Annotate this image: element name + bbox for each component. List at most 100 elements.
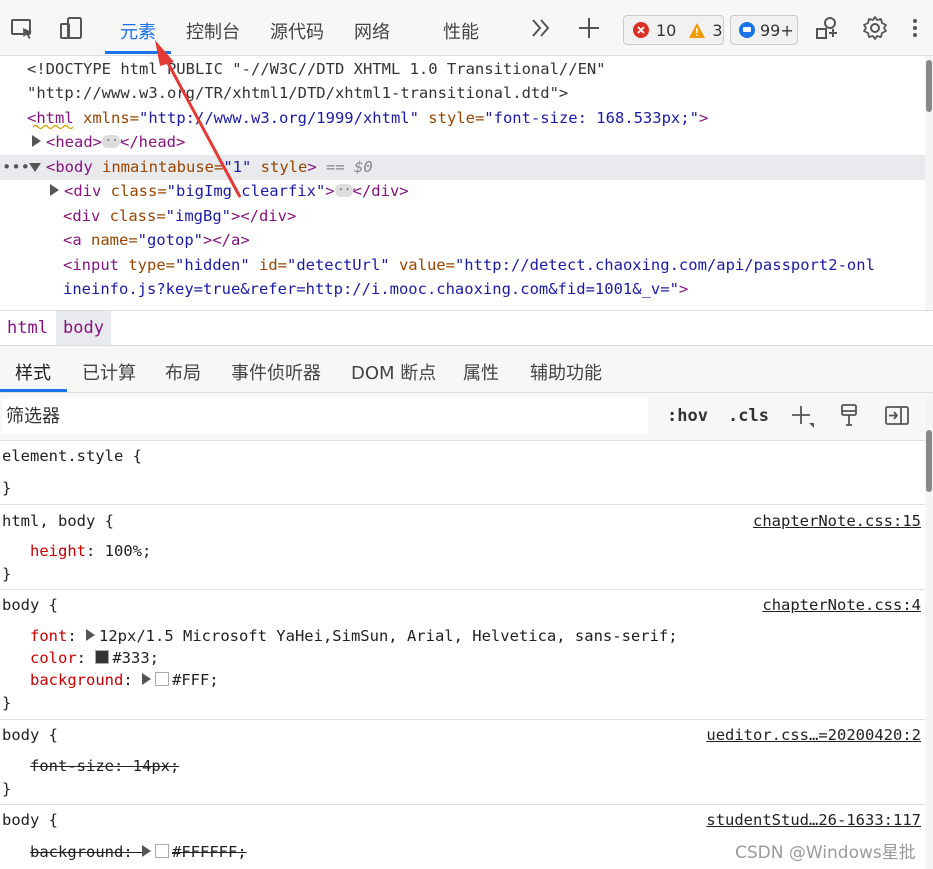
- rule-selector[interactable]: body {: [2, 809, 58, 831]
- attr-value: "detectUrl": [286, 256, 390, 274]
- breadcrumb-body[interactable]: body: [56, 311, 111, 345]
- dom-node-input-detecturl[interactable]: <input type="hidden" id="detectUrl" valu…: [63, 253, 875, 278]
- dom-scrollbar[interactable]: [925, 56, 933, 310]
- rule-source-link[interactable]: chapterNote.css:4: [762, 594, 921, 616]
- rule-close-brace: }: [2, 780, 12, 798]
- dom-tree: <!DOCTYPE html PUBLIC "-//W3C//DTD XHTML…: [0, 56, 933, 310]
- tab-performance[interactable]: 性能: [443, 18, 479, 56]
- color-swatch[interactable]: [155, 843, 169, 858]
- style-declaration-font[interactable]: font: 12px/1.5 Microsoft YaHei,SimSun, A…: [30, 625, 678, 647]
- expand-triangle-icon[interactable]: [50, 184, 59, 196]
- style-declaration-height[interactable]: height: 100%;: [30, 540, 151, 562]
- attr-name: xmlns=: [73, 109, 139, 127]
- messages-counter[interactable]: 99+: [730, 15, 798, 45]
- tag-close: >: [307, 158, 317, 176]
- style-declaration-font-size-overridden[interactable]: font-size: 14px;: [30, 755, 179, 777]
- rule-source-link[interactable]: ueditor.css…=20200420:2: [706, 724, 921, 746]
- active-subtab-indicator: [0, 389, 67, 392]
- property-name: height: [30, 542, 86, 560]
- tab-computed[interactable]: 已计算: [82, 359, 136, 385]
- color-swatch[interactable]: [95, 649, 110, 664]
- div-tag: <div: [63, 207, 101, 225]
- attr-name: style=: [418, 109, 485, 127]
- tab-event-listeners[interactable]: 事件侦听器: [231, 359, 321, 385]
- collapse-triangle-icon[interactable]: [29, 163, 41, 172]
- customize-icon[interactable]: [813, 14, 841, 42]
- styles-scrollbar-thumb[interactable]: [926, 430, 932, 492]
- tab-sources[interactable]: 源代码: [270, 18, 324, 56]
- warning-icon: [689, 22, 706, 38]
- tab-properties[interactable]: 属性: [463, 359, 499, 385]
- styles-pane: element.style { } html, body { chapterNo…: [0, 441, 925, 869]
- dom-node-a-gotop[interactable]: <a name="gotop"></a>: [63, 228, 250, 253]
- dom-node-div-bigimg[interactable]: <div class="bigImg clearfix"> </div>: [50, 178, 409, 204]
- row-menu-dots-icon[interactable]: •••: [2, 155, 30, 180]
- rule-selector[interactable]: body {: [2, 594, 58, 616]
- attr-value: "http://www.w3.org/1999/xhtml": [139, 109, 419, 127]
- style-rule-element-style: element.style { }: [0, 441, 925, 505]
- attr-value: "font-size: 168.533px;": [484, 109, 699, 127]
- dom-node-html[interactable]: <html xmlns="http://www.w3.org/1999/xhtm…: [27, 106, 708, 131]
- attr-name: type=: [119, 256, 175, 274]
- rule-close-brace: }: [2, 479, 12, 497]
- collapsed-ellipsis-icon[interactable]: [334, 178, 358, 203]
- style-declaration-color[interactable]: color: #333;: [30, 647, 159, 669]
- color-swatch[interactable]: [155, 671, 169, 686]
- settings-icon[interactable]: [861, 14, 889, 42]
- issues-counter[interactable]: 10 3: [623, 15, 724, 45]
- hover-state-button[interactable]: :hov: [667, 406, 708, 426]
- style-declaration-background-overridden[interactable]: background: #FFFFFF;: [30, 841, 247, 863]
- styles-filter-input[interactable]: [2, 398, 648, 434]
- message-icon: [739, 22, 755, 38]
- selected-node-marker: == $0: [316, 158, 373, 176]
- rule-source-link[interactable]: studentStud…26-1633:117: [706, 809, 921, 831]
- new-style-rule-icon[interactable]: [789, 403, 815, 429]
- toggle-sidebar-icon[interactable]: [884, 403, 910, 429]
- property-name: background: [30, 843, 124, 861]
- breadcrumb-html[interactable]: html: [0, 311, 55, 345]
- dom-node-div-imgbg[interactable]: <div class="imgBg"></div>: [63, 204, 296, 229]
- expand-shorthand-icon[interactable]: [86, 628, 95, 641]
- tab-layout[interactable]: 布局: [165, 359, 201, 385]
- dom-scrollbar-thumb[interactable]: [926, 60, 932, 112]
- tab-dom-breakpoints[interactable]: DOM 断点: [351, 359, 436, 385]
- tab-network[interactable]: 网络: [354, 18, 390, 56]
- computed-styles-toggle-icon[interactable]: [836, 403, 862, 429]
- class-toggle-button[interactable]: .cls: [728, 406, 769, 426]
- attr-value: "gotop": [137, 231, 203, 249]
- kebab-menu-icon[interactable]: [905, 14, 925, 42]
- more-tabs-icon[interactable]: [527, 14, 555, 42]
- add-tab-icon[interactable]: [575, 14, 603, 42]
- dom-node-body[interactable]: <body inmaintabuse="1" style> == $0: [29, 155, 373, 180]
- attr-value: "1": [223, 158, 252, 176]
- attr-name: value=: [389, 256, 455, 274]
- property-value: 100%;: [104, 542, 152, 560]
- dom-node-head[interactable]: <head> </head>: [32, 129, 185, 155]
- device-toolbar-icon[interactable]: [57, 14, 85, 42]
- tab-accessibility[interactable]: 辅助功能: [530, 359, 602, 385]
- div-close-tag: </div>: [352, 182, 409, 200]
- rule-source-link[interactable]: chapterNote.css:15: [753, 510, 921, 532]
- tab-styles[interactable]: 样式: [15, 359, 51, 385]
- rule-close-brace: }: [2, 694, 12, 712]
- style-declaration-background[interactable]: background: #FFF;: [30, 669, 219, 691]
- property-name: font-size: [30, 757, 114, 775]
- warning-count: 3: [712, 20, 723, 40]
- input-tag: <input: [63, 256, 119, 274]
- error-icon: [633, 22, 649, 38]
- expand-shorthand-icon[interactable]: [142, 672, 151, 685]
- rule-selector[interactable]: html, body {: [2, 510, 114, 532]
- attr-value-continued: ineinfo.js?key=true&refer=http://i.mooc.…: [63, 280, 679, 298]
- tab-console[interactable]: 控制台: [186, 18, 240, 56]
- property-value: 12px/1.5 Microsoft YaHei,SimSun, Arial, …: [99, 627, 678, 645]
- message-count: 99+: [760, 20, 794, 40]
- rule-selector[interactable]: body {: [2, 724, 58, 746]
- rule-close-brace: }: [2, 565, 12, 583]
- rule-selector[interactable]: element.style {: [2, 445, 142, 467]
- expand-shorthand-icon[interactable]: [142, 844, 151, 857]
- tag-close: >: [678, 280, 689, 298]
- styles-filter-bar: :hov .cls: [0, 393, 933, 441]
- inspect-icon[interactable]: [8, 14, 36, 42]
- expand-triangle-icon[interactable]: [32, 135, 41, 147]
- collapsed-ellipsis-icon[interactable]: [102, 129, 125, 154]
